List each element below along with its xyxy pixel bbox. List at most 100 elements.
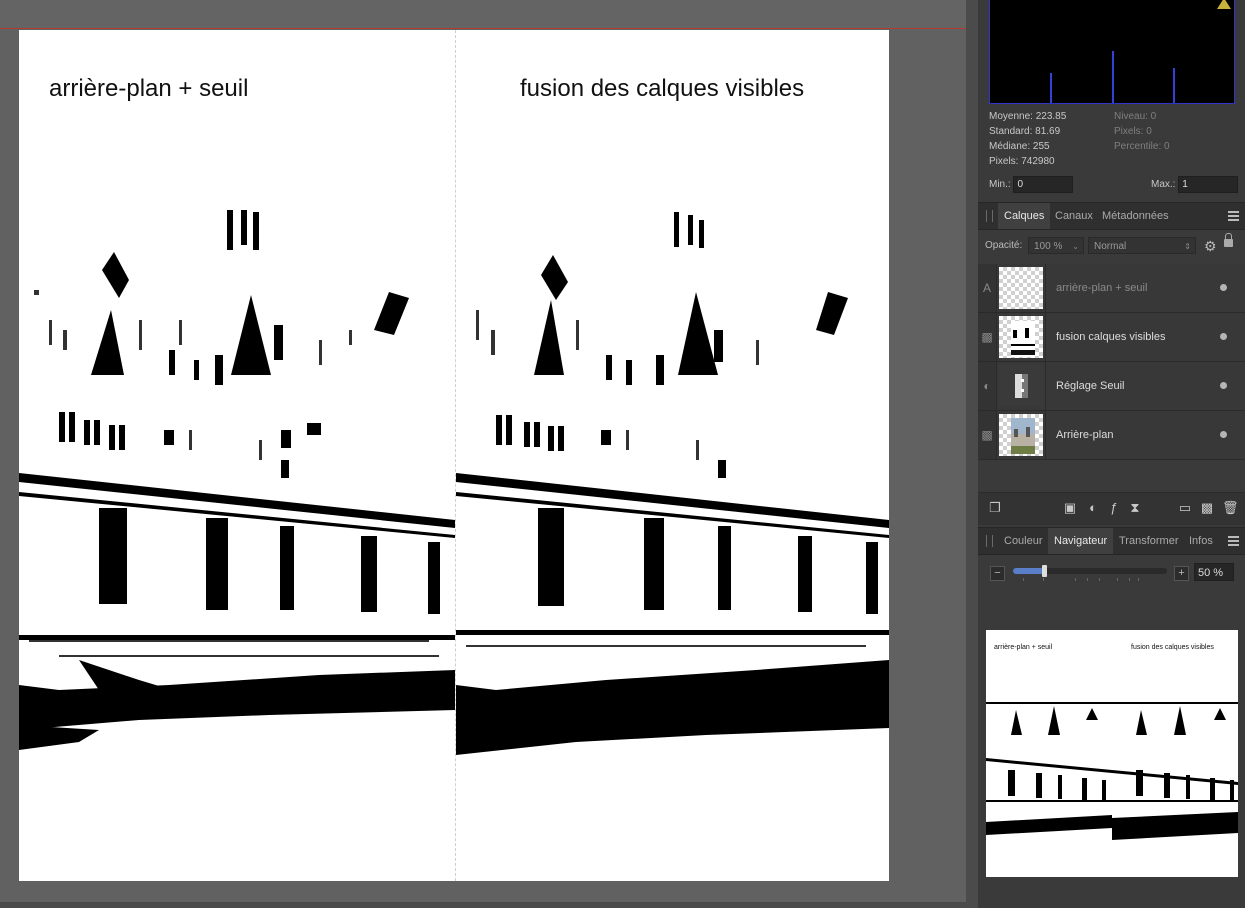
panel-grip-icon[interactable] <box>986 210 993 222</box>
panel-menu-icon[interactable] <box>1228 211 1239 221</box>
min-field[interactable] <box>1013 176 1074 193</box>
min-control: Min.: <box>989 176 1074 193</box>
zoom-in-button[interactable]: + <box>1174 566 1189 581</box>
layer-row[interactable]: ▩ Arrière-plan <box>978 411 1245 460</box>
thumb-separator <box>1045 264 1046 312</box>
blend-mode-dropdown[interactable]: Normal ⇕ <box>1088 237 1196 254</box>
right-image-panel: fusion des calques visibles <box>456 30 889 881</box>
tab-channels[interactable]: Canaux <box>1049 203 1099 229</box>
canvas-area[interactable]: arrière-plan + seuil fusion des calques … <box>0 0 966 908</box>
zoom-ticks <box>1013 578 1167 582</box>
text-layer-icon: A <box>978 264 997 312</box>
layer-row[interactable]: ◐ Réglage Seuil <box>978 362 1245 411</box>
tab-transform[interactable]: Transformer <box>1113 528 1185 554</box>
panel-menu-icon[interactable] <box>1228 536 1239 546</box>
layer-thumbnail <box>999 414 1043 456</box>
layer-thumbnail <box>999 365 1043 407</box>
blend-mode-value: Normal <box>1094 241 1127 252</box>
trash-icon[interactable]: 🗑 <box>1222 501 1239 515</box>
pixel-layer-icon: ▩ <box>978 313 997 361</box>
tab-layers[interactable]: Calques <box>998 203 1051 229</box>
stat-level-pixels: Pixels: 0 <box>1114 126 1152 137</box>
panel-splitter[interactable] <box>966 0 978 908</box>
max-field[interactable] <box>1178 176 1239 193</box>
stat-level: Niveau: 0 <box>1114 111 1157 122</box>
layer-thumbnail <box>999 267 1043 309</box>
zoom-out-button[interactable]: − <box>990 566 1005 581</box>
gear-icon[interactable]: ⚙ <box>1204 238 1217 255</box>
opacity-dropdown[interactable]: 100 % ⌄ <box>1028 237 1084 254</box>
navigator-preview[interactable]: arrière-plan + seuil fusion des calques … <box>986 630 1238 877</box>
max-control: Max.: <box>1151 176 1239 193</box>
stat-pixels: Pixels: 742980 <box>989 156 1055 167</box>
threshold-adjustment-icon <box>1015 374 1028 398</box>
left-image-title: arrière-plan + seuil <box>49 75 249 102</box>
studio-panel: Moyenne: 223.85 Standard: 81.69 Médiane:… <box>978 0 1245 908</box>
fx-icon[interactable]: ƒ <box>1107 501 1121 515</box>
stat-std: Standard: 81.69 <box>989 126 1061 137</box>
navigator-tabbar: Couleur Navigateur Transformer Infos <box>978 527 1245 555</box>
layer-style-icon[interactable]: ❐ <box>988 501 1002 515</box>
navigator-thumbnail <box>986 702 1238 840</box>
max-label: Max.: <box>1151 179 1176 190</box>
layer-options-bar: Opacité: 100 % ⌄ Normal ⇕ ⚙ <box>978 233 1245 259</box>
add-pixel-layer-icon[interactable]: ▩ <box>1200 501 1214 515</box>
layer-row[interactable]: A arrière-plan + seuil <box>978 264 1245 313</box>
document-page[interactable]: arrière-plan + seuil fusion des calques … <box>19 30 889 881</box>
chevron-updown-icon: ⇕ <box>1184 242 1191 251</box>
tab-metadata[interactable]: Métadonnées <box>1096 203 1175 229</box>
thumb-separator <box>1045 411 1046 459</box>
layers-tabbar: Calques Canaux Métadonnées <box>978 202 1245 230</box>
tab-info[interactable]: Infos <box>1183 528 1219 554</box>
stat-percentile: Percentile: 0 <box>1114 141 1170 152</box>
chevron-down-icon: ⌄ <box>1072 242 1079 251</box>
lock-icon[interactable] <box>1224 233 1233 247</box>
histogram-bar <box>1112 51 1114 103</box>
castle-thumbnail-color <box>1011 418 1035 454</box>
thumb-separator <box>1045 313 1046 361</box>
thumb-separator <box>1045 362 1046 410</box>
zoom-value-field[interactable]: 50 % <box>1194 563 1234 581</box>
left-image-panel: arrière-plan + seuil <box>19 30 455 881</box>
zoom-slider-knob[interactable] <box>1041 565 1047 577</box>
layer-thumbnail <box>999 316 1043 358</box>
histogram-bar <box>1173 68 1175 103</box>
visibility-dot-icon[interactable] <box>1220 284 1227 291</box>
panel-grip-icon[interactable] <box>986 535 993 547</box>
opacity-value: 100 % <box>1034 241 1063 252</box>
threshold-image-right <box>456 212 889 755</box>
stat-mean: Moyenne: 223.85 <box>989 111 1067 122</box>
layer-row[interactable]: ▩ fusion calques visibles <box>978 313 1245 362</box>
opacity-label: Opacité: <box>985 240 1023 251</box>
warning-icon[interactable] <box>1217 0 1231 9</box>
castle-thumbnail-bw <box>1011 321 1035 357</box>
zoom-slider-fill <box>1013 568 1044 574</box>
layer-name: Réglage Seuil <box>1056 380 1125 392</box>
pixel-layer-icon: ▩ <box>978 411 997 459</box>
horizontal-scrollbar[interactable] <box>0 902 966 908</box>
layers-list: A arrière-plan + seuil ▩ fusion calques … <box>978 264 1245 460</box>
layer-name: Arrière-plan <box>1056 429 1114 441</box>
mask-icon[interactable]: ▣ <box>1063 501 1077 515</box>
tab-color[interactable]: Couleur <box>998 528 1049 554</box>
layer-name: fusion calques visibles <box>1056 331 1166 343</box>
layers-empty-area <box>978 460 1245 492</box>
adjustment-icon[interactable]: ◐ <box>1086 501 1100 515</box>
zoom-slider[interactable] <box>1013 565 1167 577</box>
layer-name: arrière-plan + seuil <box>1056 282 1148 294</box>
right-image-title: fusion des calques visibles <box>520 75 805 102</box>
layer-toolbar: ❐ ▣ ◐ ƒ ⧗ ▭ ▩ 🗑 <box>978 492 1245 525</box>
visibility-dot-icon[interactable] <box>1220 431 1227 438</box>
tab-navigator[interactable]: Navigateur <box>1048 528 1114 554</box>
histogram-graph <box>989 0 1235 104</box>
navigator-zoom-controls: − + 50 % <box>978 560 1245 590</box>
threshold-image-left <box>19 210 455 750</box>
folder-icon[interactable]: ▭ <box>1178 501 1192 515</box>
adjustment-layer-icon: ◐ <box>978 362 997 410</box>
visibility-dot-icon[interactable] <box>1220 333 1227 340</box>
ruler-strip <box>0 0 966 29</box>
live-filter-icon[interactable]: ⧗ <box>1128 501 1142 515</box>
stat-median: Médiane: 255 <box>989 141 1050 152</box>
histogram-bar <box>1050 73 1052 103</box>
visibility-dot-icon[interactable] <box>1220 382 1227 389</box>
